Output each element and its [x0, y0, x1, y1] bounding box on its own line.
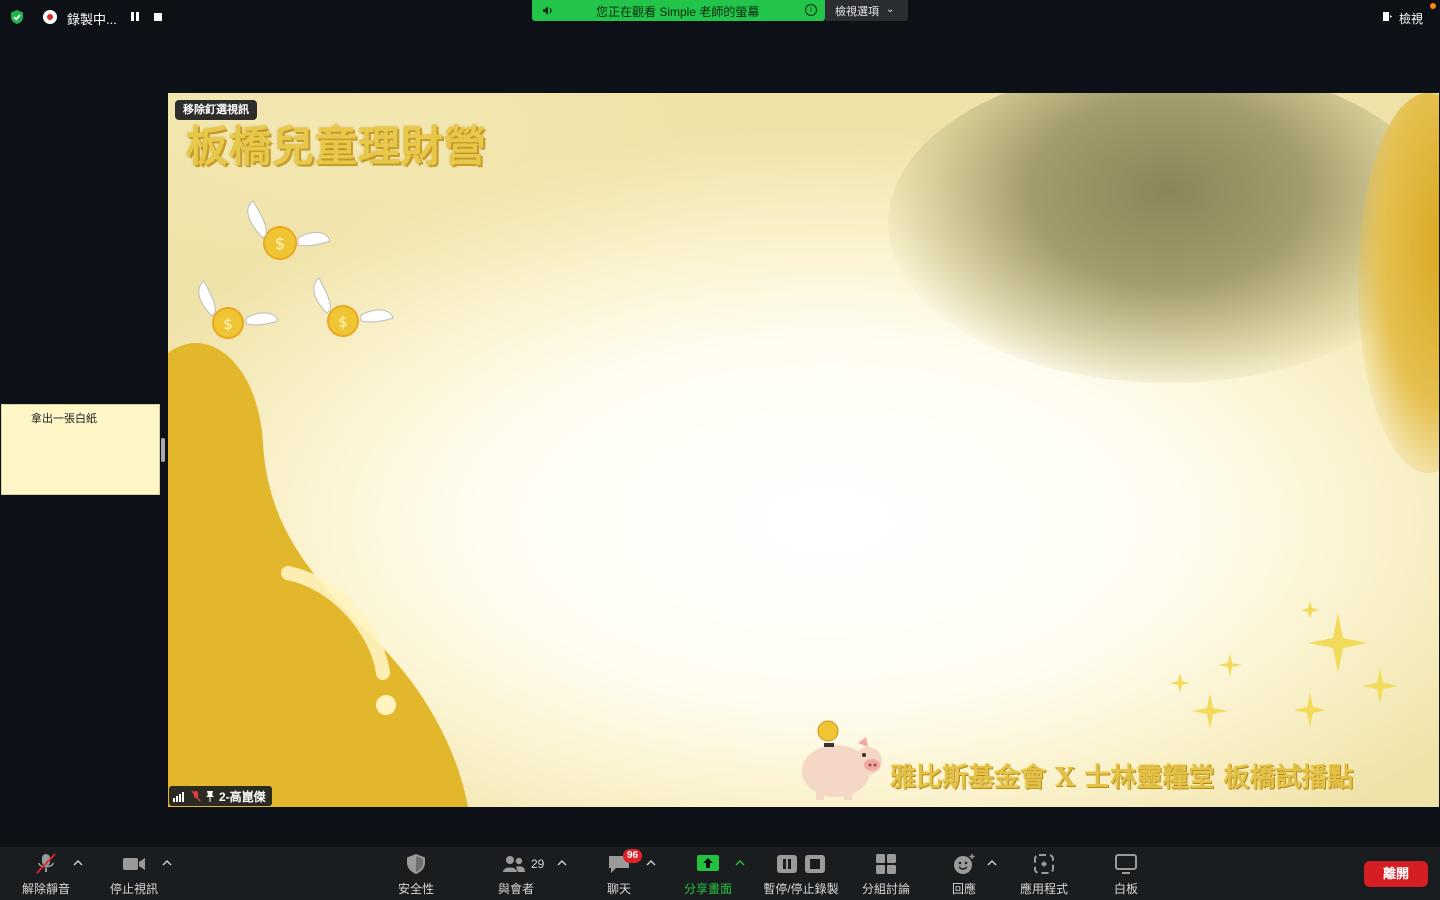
view-label: 檢視 [1399, 12, 1424, 26]
stop-icon[interactable] [154, 13, 162, 21]
record-pause-stop-icon [777, 855, 825, 873]
unmute-label: 解除靜音 [21, 882, 70, 896]
apps-button[interactable]: 應用程式 [1012, 847, 1076, 900]
share-banner-text: 您正在觀看 Simple 老師的螢幕 [596, 5, 760, 19]
notification-dot [1430, 3, 1436, 9]
share-screen-icon [697, 855, 719, 871]
apps-label: 應用程式 [1019, 882, 1068, 896]
whiteboard-label: 白板 [1113, 882, 1138, 896]
svg-text:$: $ [338, 313, 348, 331]
pause-icon[interactable] [131, 12, 140, 22]
share-banner: 您正在觀看 Simple 老師的螢幕 i [532, 0, 825, 21]
top-bar: 錄製中... 您正在觀看 Simple 老師的螢幕 i 檢視選項 ⌄ 檢視 [0, 0, 1440, 34]
piggy-bank-graphic [802, 720, 882, 800]
info-icon[interactable]: i [805, 4, 817, 16]
participant-name-tag: 2-高崑傑 [169, 786, 272, 806]
chevron-up-icon[interactable] [73, 859, 83, 867]
slide-footer: 雅比斯基金會 X 士林靈糧堂 板橋試播點 [890, 763, 1354, 793]
record-pause-stop-button[interactable]: 暫停/停止錄製 [756, 847, 846, 900]
share-screen-label: 分享畫面 [683, 882, 732, 896]
sparkles-graphic [1170, 601, 1398, 729]
security-label: 安全性 [397, 882, 434, 896]
meeting-toolbar: 解除靜音 停止視訊 安全性 29 與會者 96 聊天 分享畫面 暫停/停止錄製 … [0, 847, 1440, 900]
gold-gourd-shape [168, 343, 468, 807]
chevron-up-icon[interactable] [557, 859, 567, 867]
participant-tile-thumbnail[interactable]: 拿出一張白紙 [1, 404, 160, 495]
mic-off-icon [191, 790, 201, 802]
stop-video-button[interactable]: 停止視訊 [102, 847, 166, 900]
view-options-button[interactable]: 檢視選項 ⌄ [825, 0, 908, 21]
flying-coins-graphic: $ $ $ [198, 200, 394, 339]
mic-off-icon [36, 853, 56, 874]
leave-button[interactable]: 離開 [1364, 861, 1428, 887]
slide-title: 板橋兒童理財營 [186, 122, 488, 171]
speaker-icon[interactable] [542, 5, 554, 16]
chat-badge: 96 [623, 849, 643, 863]
shield-check-icon[interactable] [9, 9, 25, 25]
chevron-up-icon[interactable] [987, 859, 997, 867]
shared-screen-view: $ $ $ 移除釘選視訊 板橋兒童理財營 雅比斯基金會 X 士林靈糧堂 板橋試播… [168, 93, 1439, 807]
breakout-icon [876, 854, 896, 874]
chevron-up-icon[interactable] [646, 859, 656, 867]
whiteboard-button[interactable]: 白板 [1098, 847, 1154, 900]
view-icon [1383, 12, 1392, 21]
participants-button[interactable]: 29 與會者 [486, 847, 546, 900]
whiteboard-icon [1115, 854, 1137, 874]
breakout-rooms-button[interactable]: 分組討論 [856, 847, 916, 900]
chevron-up-icon[interactable] [735, 859, 745, 867]
record-icon [43, 10, 57, 24]
chat-label: 聊天 [606, 882, 631, 896]
chevron-up-icon[interactable] [162, 859, 172, 867]
apps-icon [1034, 854, 1054, 874]
pin-icon [206, 791, 214, 802]
resize-handle[interactable] [161, 438, 165, 462]
share-screen-button[interactable]: 分享畫面 [678, 847, 738, 900]
security-icon [407, 854, 425, 874]
stop-video-label: 停止視訊 [109, 882, 158, 896]
reaction-icon [954, 854, 975, 874]
breakout-label: 分組討論 [861, 882, 910, 896]
svg-text:$: $ [223, 315, 233, 333]
tile-text: 拿出一張白紙 [31, 413, 97, 425]
recording-status: 錄製中... [67, 12, 117, 27]
svg-text:$: $ [275, 234, 285, 253]
reactions-button[interactable]: 回應 [934, 847, 994, 900]
participant-name: 2-高崑傑 [219, 789, 266, 804]
chat-button[interactable]: 96 聊天 [590, 847, 648, 900]
reactions-label: 回應 [951, 882, 976, 896]
participants-icon [503, 856, 525, 872]
security-button[interactable]: 安全性 [386, 847, 446, 900]
record-label: 暫停/停止錄製 [763, 882, 839, 896]
signal-icon [173, 792, 184, 802]
video-icon [123, 858, 145, 870]
view-button[interactable]: 檢視 [1380, 9, 1430, 27]
view-options-label: 檢視選項 [835, 6, 879, 18]
unmute-button[interactable]: 解除靜音 [14, 847, 78, 900]
participants-count: 29 [531, 857, 545, 871]
chevron-down-icon: ⌄ [886, 4, 895, 15]
background-cloud [888, 93, 1439, 383]
participants-label: 與會者 [497, 882, 534, 896]
